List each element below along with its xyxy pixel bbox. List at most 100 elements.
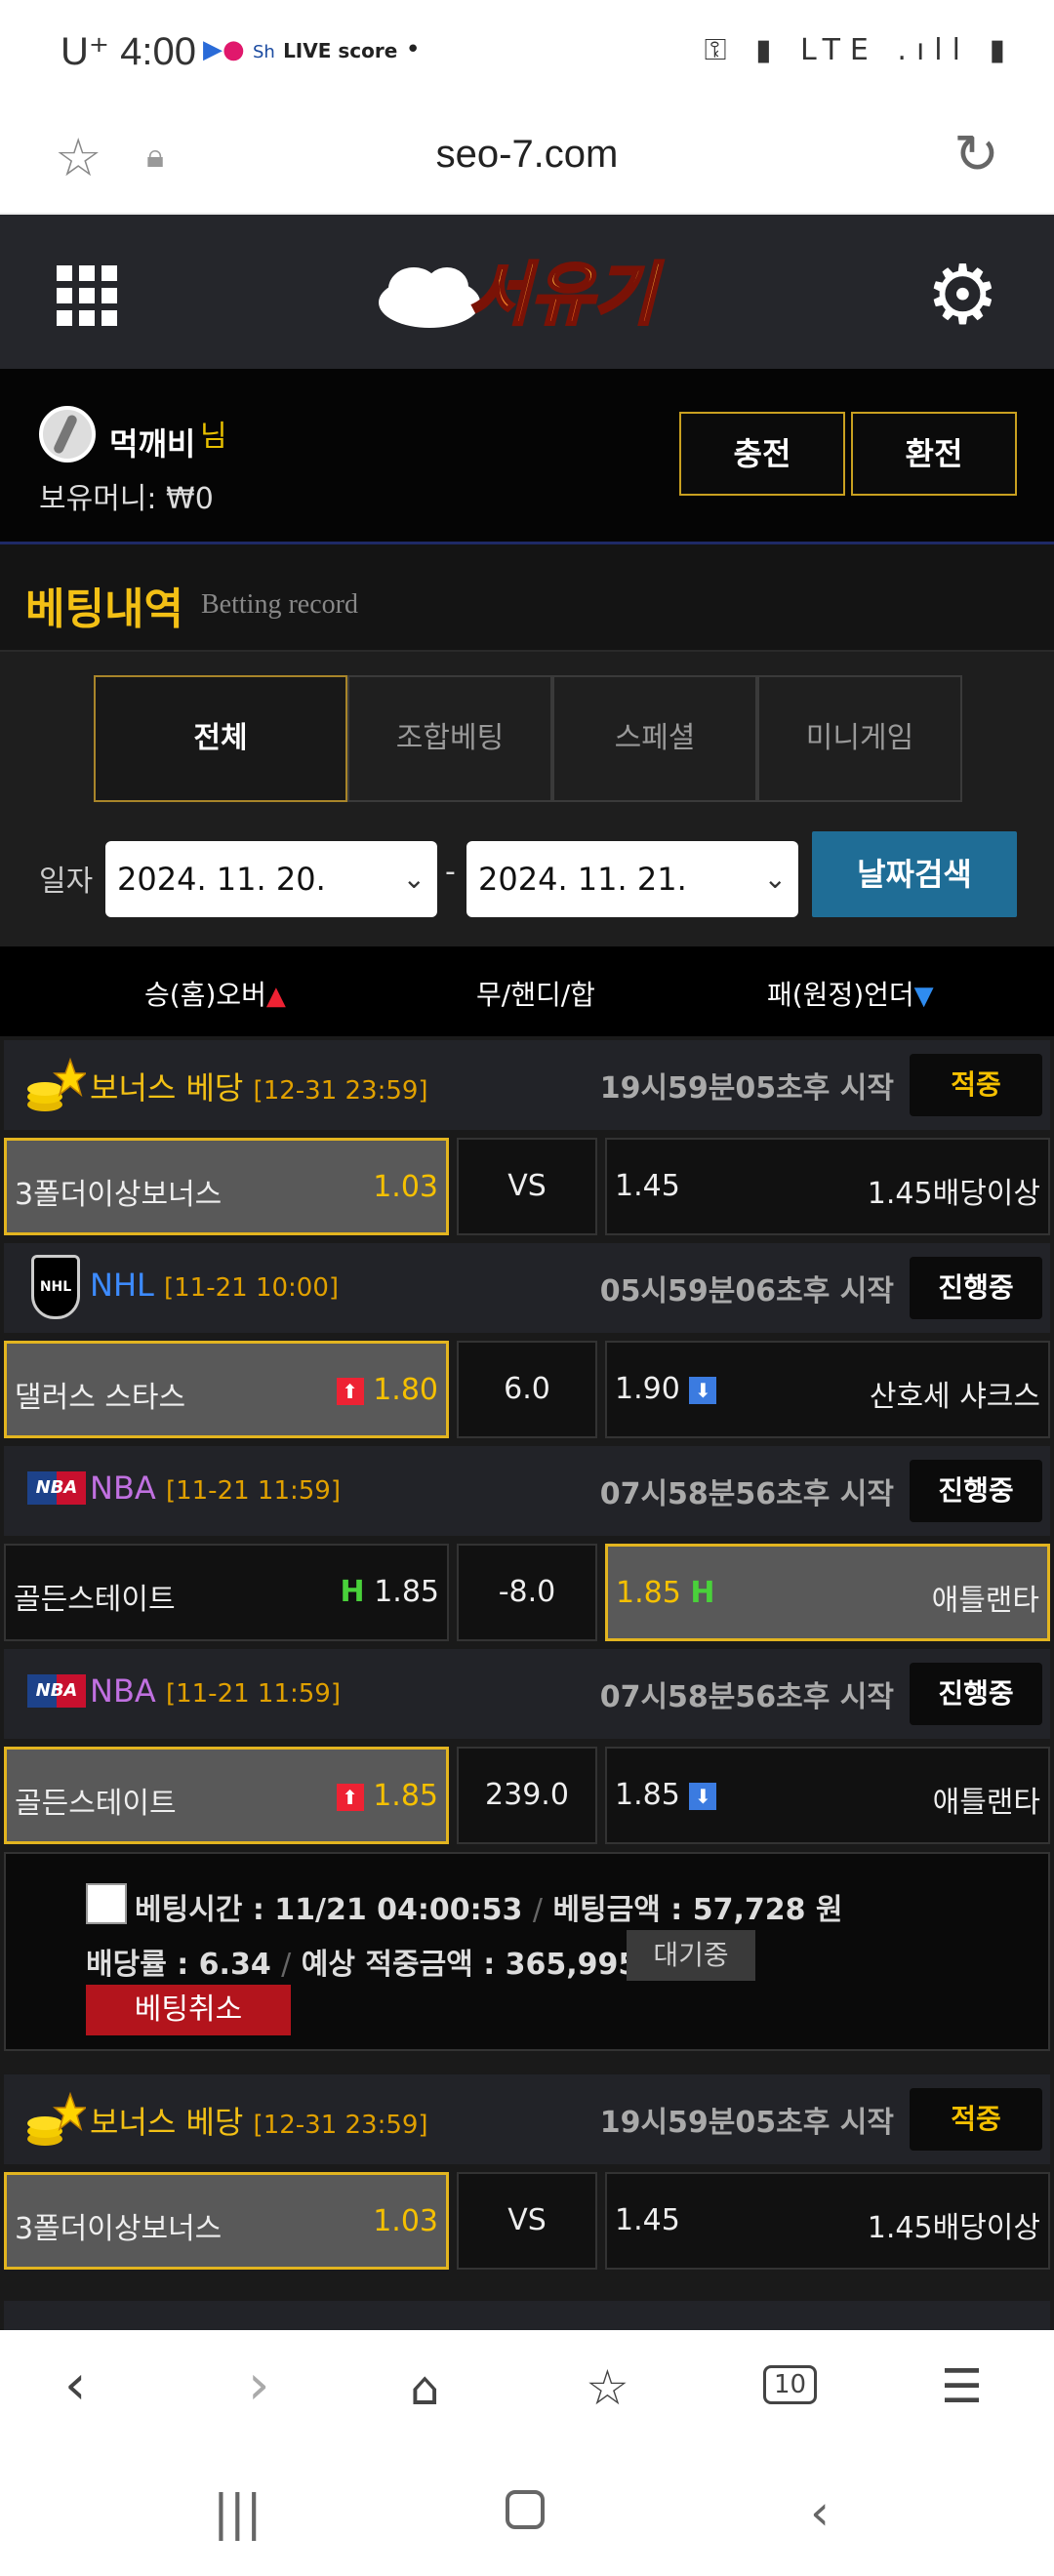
site-logo[interactable]: 서유기	[371, 238, 683, 345]
home-odds-cell[interactable]: 댈러스 스타스 ⬆ 1.80	[4, 1341, 449, 1438]
bet-card-header: 보너스 베당 [12-31 23:59] 19시59분05초후 시작 적중	[4, 1040, 1050, 1130]
nba-logo-icon: NBA	[27, 1471, 86, 1505]
chevron-down-icon: ⌄	[763, 863, 787, 895]
triangle-down-icon: ▼	[913, 982, 934, 1011]
waiting-badge: 대기중	[627, 1930, 755, 1981]
draw-odds-cell[interactable]: VS	[457, 1138, 597, 1235]
bet-card-header: NBA NBA [11-21 11:59] 07시58분56초후 시작 진행중	[4, 1446, 1050, 1536]
browser-address-bar: ☆ 🔒︎ seo-7.com ↻	[0, 113, 1054, 215]
tab-all[interactable]: 전체	[94, 675, 347, 802]
bet-card-header: NHL NHL [11-21 10:00] 05시59분06초후 시작 진행중	[4, 1243, 1050, 1333]
tabs-icon[interactable]: 10	[763, 2365, 818, 2404]
menu-icon[interactable]: ☰	[941, 2359, 983, 2414]
settings-gear-icon[interactable]: ⚙	[926, 254, 999, 336]
home-odds-cell[interactable]: 골든스테이트 ⬆ 1.85	[4, 1747, 449, 1844]
handicap-cell[interactable]: -8.0	[457, 1544, 597, 1641]
start-countdown: 19시59분05초후 시작	[599, 2106, 894, 2140]
handicap-h-icon: H	[340, 1575, 365, 1609]
site-header: 서유기 ⚙	[0, 215, 1054, 369]
back-icon[interactable]: ‹	[810, 2484, 830, 2541]
total-cell[interactable]: 239.0	[457, 1747, 597, 1844]
column-header: 승(홈)오버▲ 무/핸디/합 패(원정)언더▼	[0, 946, 1054, 1036]
handicap-h-icon: H	[690, 1576, 715, 1610]
home-icon[interactable]: ⌂	[410, 2361, 439, 2416]
home-odds-cell[interactable]: 3폴더이상보너스 1.03	[4, 2172, 449, 2270]
chevron-down-icon: ⌄	[402, 863, 426, 895]
league-name: NBA [11-21 11:59]	[90, 1469, 341, 1507]
status-badge: 적중	[910, 2088, 1042, 2151]
status-bar: U⁺ 4:00 ▶● Sh LIVE score • ⚿ ▮ LTE .ıll …	[0, 0, 1054, 113]
away-odds-cell[interactable]: 1.85 ⬇ 애틀랜타	[605, 1747, 1050, 1844]
nba-logo-icon: NBA	[27, 1674, 86, 1708]
away-odds-cell[interactable]: 1.85 H 애틀랜타	[605, 1544, 1050, 1641]
league-name: NBA [11-21 11:59]	[90, 1672, 341, 1710]
start-countdown: 07시58분56초후 시작	[599, 1477, 894, 1511]
tab-special[interactable]: 스페셜	[552, 675, 757, 802]
url-text[interactable]: seo-7.com	[0, 133, 1054, 177]
system-status-icons: ⚿ ▮ LTE .ıll ▮	[704, 33, 1015, 67]
date-to-select[interactable]: 2024. 11. 21. ⌄	[466, 841, 798, 917]
triangle-up-icon: ▲	[265, 982, 286, 1011]
bet-card-header: 보너스 베당 [12-31 23:59] 19시59분05초후 시작 적중	[4, 2074, 1050, 2164]
home-odds-cell[interactable]: 3폴더이상보너스 1.03	[4, 1138, 449, 1235]
start-countdown: 05시59분06초후 시작	[599, 1274, 894, 1308]
bookmark-star-icon[interactable]: ☆	[586, 2359, 629, 2416]
arrow-down-icon: ⬇	[689, 1376, 717, 1404]
grid-menu-icon[interactable]	[57, 265, 117, 326]
league-name: 보너스 베당 [12-31 23:59]	[90, 2104, 428, 2141]
reload-icon[interactable]: ↻	[953, 123, 999, 186]
date-search-button[interactable]: 날짜검색	[812, 831, 1017, 917]
status-badge: 적중	[910, 1054, 1042, 1116]
charge-button[interactable]: 충전	[679, 412, 845, 496]
chevron-right-icon[interactable]: ›	[248, 2354, 269, 2417]
svg-text:서유기: 서유기	[467, 255, 664, 335]
arrow-up-icon: ⬆	[336, 1377, 364, 1405]
col-home: 승(홈)오버▲	[144, 979, 286, 1011]
status-badge: 진행중	[910, 1663, 1042, 1725]
notification-icons: ▶● Sh LIVE score •	[203, 35, 421, 64]
user-honorific: 님	[200, 420, 227, 454]
away-odds-cell[interactable]: 1.45 1.45배당이상	[605, 2172, 1050, 2270]
exchange-button[interactable]: 환전	[851, 412, 1017, 496]
arrow-down-icon: ⬇	[689, 1782, 717, 1810]
user-info-bar: 먹깨비 님 보유머니: ₩0 충전 환전	[0, 369, 1054, 544]
away-odds-cell[interactable]: 1.90 ⬇ 산호세 샤크스	[605, 1341, 1050, 1438]
status-time: U⁺ 4:00	[61, 30, 196, 73]
coins-star-icon	[27, 1057, 86, 1111]
username: 먹깨비	[109, 425, 196, 463]
page-subtitle: Betting record	[201, 589, 358, 620]
status-badge: 진행중	[910, 1460, 1042, 1522]
user-money: 보유머니: ₩0	[39, 482, 214, 516]
handicap-cell[interactable]: 6.0	[457, 1341, 597, 1438]
col-draw: 무/핸디/합	[476, 979, 595, 1011]
start-countdown: 19시59분05초후 시작	[599, 1071, 894, 1106]
draw-odds-cell[interactable]: VS	[457, 2172, 597, 2270]
nhl-logo-icon: NHL	[31, 1255, 80, 1319]
status-badge: 진행중	[910, 1257, 1042, 1319]
page-title-bar: 베팅내역 Betting record	[0, 544, 1054, 652]
filter-area: 전체 조합베팅 스페셜 미니게임 일자 2024. 11. 20. ⌄ - 20…	[0, 652, 1054, 946]
start-countdown: 07시58분56초후 시작	[599, 1680, 894, 1714]
bet-time: 베팅시간 : 11/21 04:00:53 / 베팅금액 : 57,728 원	[135, 1893, 843, 1927]
tab-combo-bet[interactable]: 조합베팅	[347, 675, 552, 802]
date-label: 일자	[39, 865, 94, 899]
page-title: 베팅내역	[25, 584, 183, 634]
bet-rate: 배당률 : 6.34 / 예상 적중금액 : 365,995 원	[86, 1948, 676, 1982]
bet-card-header: NBA NBA [11-21 11:59] 07시58분56초후 시작 진행중	[4, 1649, 1050, 1739]
select-checkbox[interactable]	[86, 1883, 127, 1924]
recent-apps-icon[interactable]: |||	[213, 2484, 263, 2541]
cancel-bet-button[interactable]: 베팅취소	[86, 1985, 291, 2035]
col-away: 패(원정)언더▼	[767, 979, 934, 1011]
home-odds-cell[interactable]: 골든스테이트 H 1.85	[4, 1544, 449, 1641]
away-odds-cell[interactable]: 1.45 1.45배당이상	[605, 1138, 1050, 1235]
league-name: NHL [11-21 10:00]	[90, 1267, 340, 1304]
system-nav-bar: ||| ‹	[0, 2447, 1054, 2576]
home-button-icon[interactable]	[506, 2490, 545, 2529]
next-card-partial	[4, 2301, 1050, 2330]
browser-nav-bar: ‹ › ⌂ ☆ 10 ☰	[0, 2330, 1054, 2447]
chevron-left-icon[interactable]: ‹	[64, 2354, 86, 2417]
tab-minigame[interactable]: 미니게임	[757, 675, 962, 802]
date-separator: -	[445, 855, 456, 889]
league-name: 보너스 베당 [12-31 23:59]	[90, 1069, 428, 1107]
date-from-select[interactable]: 2024. 11. 20. ⌄	[105, 841, 437, 917]
